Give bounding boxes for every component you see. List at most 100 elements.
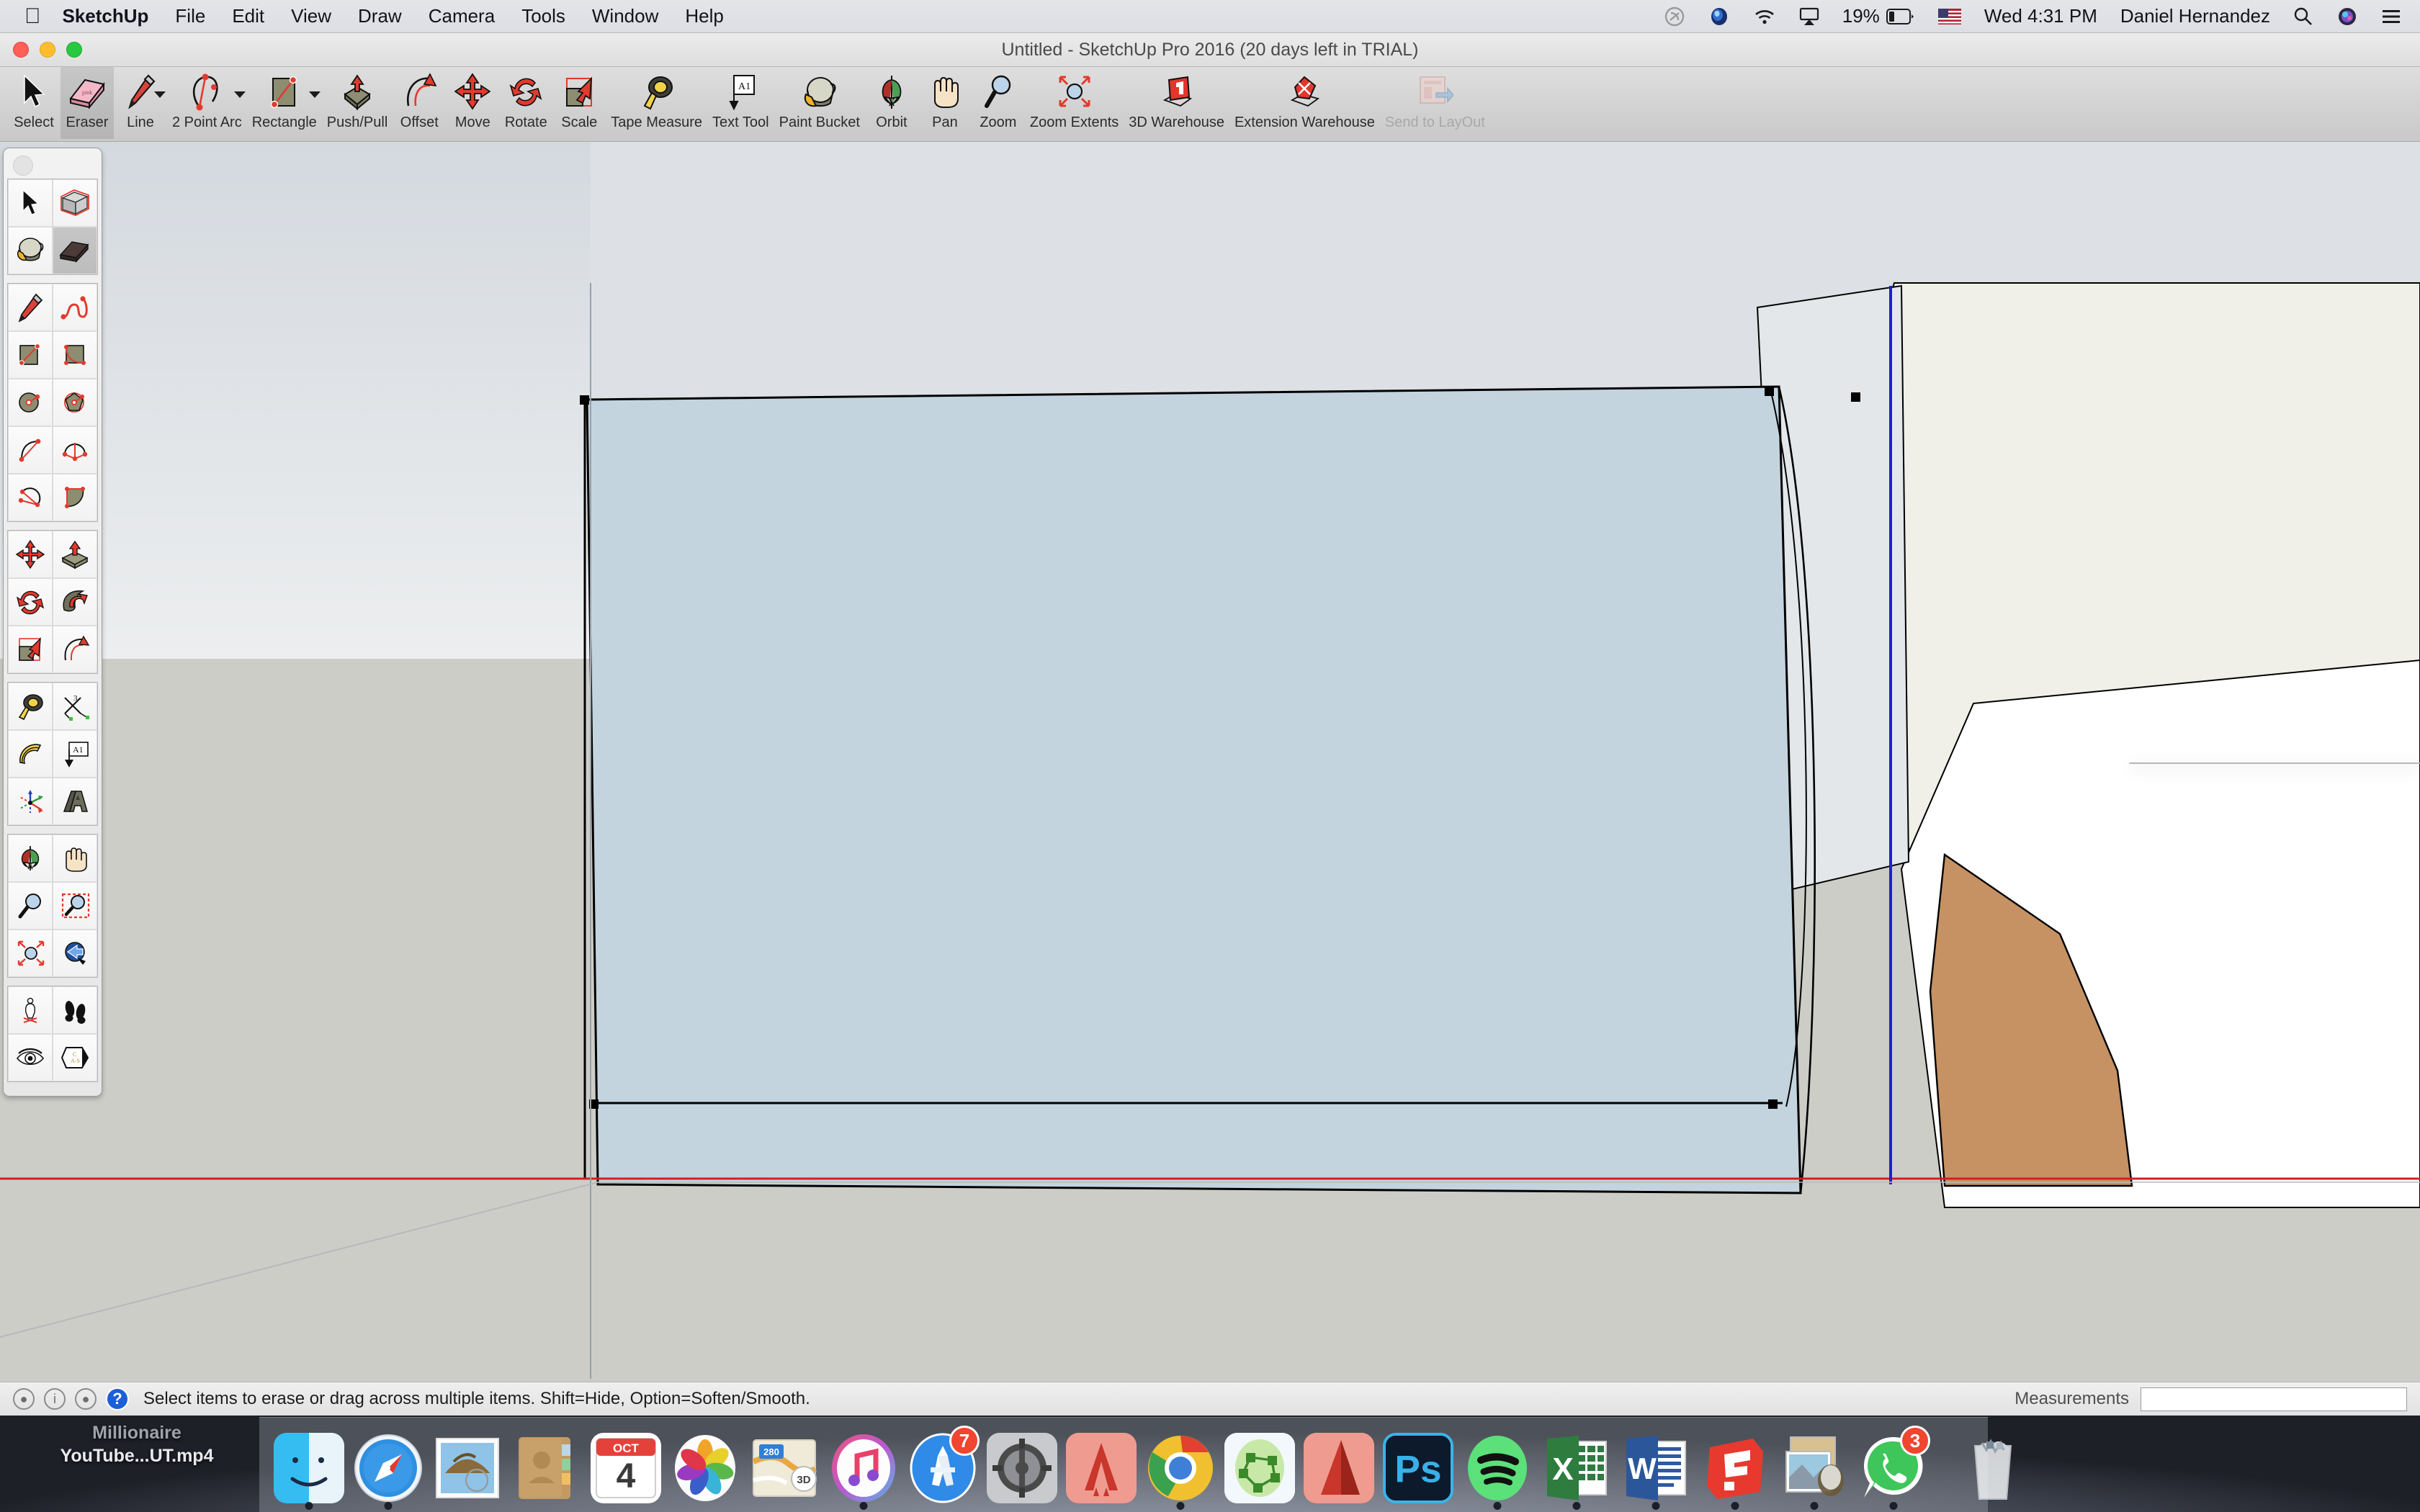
chevron-down-icon[interactable] [154,91,166,98]
person-icon[interactable]: ● [75,1388,97,1410]
help-question-icon[interactable]: ? [106,1387,129,1410]
tool-tape-measure[interactable]: Tape Measure [606,67,707,139]
palette-tool-tape-measure[interactable] [8,683,53,730]
tool-move[interactable]: Move [446,67,499,139]
menu-user-name[interactable]: Daniel Hernandez [2120,5,2270,27]
tool-paint-bucket[interactable]: Paint Bucket [774,67,865,139]
menu-item-help[interactable]: Help [685,5,723,27]
colors-panel-titlebar[interactable]: Colors [2130,763,2419,764]
dock-item-sketchup[interactable] [1700,1427,1770,1510]
palette-tool-follow-me[interactable] [53,578,97,626]
palette-tool-protractor[interactable] [8,730,53,778]
palette-tool-three-point-arc[interactable] [8,474,53,521]
palette-tool-dimension[interactable]: 3 [53,683,97,730]
palette-tool-push-pull[interactable] [53,531,97,578]
menu-item-window[interactable]: Window [592,5,658,27]
model-canvas[interactable] [0,142,2420,1382]
geo-location-icon[interactable]: ● [13,1388,35,1410]
tool-zoom[interactable]: Zoom [972,67,1025,139]
palette-tool-make-component[interactable] [53,179,97,227]
dock-item-trash[interactable] [1958,1427,2028,1503]
palette-tool-arc[interactable] [8,426,53,474]
palette-tool-pan[interactable] [53,834,97,882]
dock-item-safari[interactable] [353,1427,424,1510]
dock-item-whatsapp[interactable]: 3 [1858,1426,1930,1510]
menu-clock[interactable]: Wed 4:31 PM [1984,5,2097,27]
tool-pan[interactable]: Pan [918,67,972,139]
palette-tool-zoom-window[interactable] [53,882,97,930]
menu-item-tools[interactable]: Tools [521,5,565,27]
menu-item-draw[interactable]: Draw [358,5,402,27]
battery-icon[interactable]: 19% [1842,5,1915,27]
dock-item-calendar[interactable]: OCT 4 [591,1427,661,1503]
palette-tool-offset[interactable] [53,626,97,673]
palette-tool-rectangle[interactable] [8,331,53,379]
dock-item-system-preferences[interactable] [987,1427,1057,1503]
tool-select[interactable]: Select [7,67,60,139]
dropbox-icon[interactable] [1708,6,1730,27]
minimize-button[interactable] [40,42,55,58]
tool-text[interactable]: A1 Text Tool [707,67,774,139]
tool-zoom-extents[interactable]: Zoom Extents [1025,67,1124,139]
palette-tool-two-point-arc[interactable] [53,426,97,474]
dock[interactable]: OCT 4 280 3D 7 Ps X W 3 [259,1417,2012,1512]
palette-tool-axes[interactable] [8,778,53,825]
menu-item-sketchup[interactable]: SketchUp [63,5,149,27]
tool-extension-warehouse[interactable]: Extension Warehouse [1229,67,1380,139]
close-button[interactable] [13,42,29,58]
tool-push-pull[interactable]: Push/Pull [322,67,393,139]
tool-line[interactable]: Line [114,67,167,139]
dock-item-spotify[interactable] [1462,1427,1533,1510]
palette-tool-paint-bucket[interactable] [8,227,53,274]
dock-item-photos[interactable] [670,1427,740,1503]
menu-item-camera[interactable]: Camera [429,5,495,27]
tool-3d-warehouse[interactable]: 3D Warehouse [1124,67,1229,139]
palette-tool-polygon[interactable] [53,379,97,426]
menu-item-edit[interactable]: Edit [232,5,264,27]
info-icon[interactable]: i [44,1388,66,1410]
apple-icon[interactable]:  [24,5,41,27]
airplay-icon[interactable] [1799,7,1819,26]
wifi-icon[interactable] [1753,8,1776,25]
siri-icon[interactable] [2336,6,2358,27]
palette-tool-zoom-extents[interactable] [8,930,53,977]
palette-tool-pie[interactable] [53,474,97,521]
dock-item-finder[interactable] [274,1427,344,1510]
palette-tool-zoom[interactable] [8,882,53,930]
dock-item-mail[interactable] [432,1427,503,1503]
palette-tool-move[interactable] [8,531,53,578]
palette-tool-previous-view[interactable] [53,930,97,977]
creative-cloud-icon[interactable] [1664,6,1685,27]
colors-panel[interactable]: Colors [2129,762,2420,764]
menu-item-view[interactable]: View [291,5,331,27]
chevron-down-icon[interactable] [233,91,246,98]
palette-tool-scale[interactable] [8,626,53,673]
tool-orbit[interactable]: Orbit [865,67,918,139]
palette-tool-section-plane[interactable]: C A-S [53,1034,97,1081]
dock-item-itunes[interactable] [828,1427,899,1510]
palette-grip[interactable] [7,153,98,179]
tool-send-to-layout[interactable]: Send to LayOut [1380,67,1490,139]
palette-tool-look-around[interactable] [8,1034,53,1081]
dock-item-photoshop[interactable]: Ps [1383,1427,1453,1503]
dock-item-contacts[interactable] [511,1427,582,1503]
flag-icon[interactable] [1937,8,1961,24]
dock-item-word[interactable]: W [1621,1427,1691,1510]
notification-center-icon[interactable] [2381,8,2401,25]
palette-tool-eraser[interactable] [53,227,97,274]
dock-item-rhino[interactable] [1224,1427,1295,1503]
palette-tool-position-camera[interactable] [8,986,53,1034]
chevron-down-icon[interactable] [308,91,321,98]
dock-item-maps[interactable]: 280 3D [749,1427,820,1503]
tool-rotate[interactable]: Rotate [499,67,552,139]
zoom-button[interactable] [66,42,82,58]
palette-tool-line[interactable] [8,284,53,331]
tool-eraser[interactable]: pink Eraser [60,67,114,139]
palette-tool-text[interactable]: A1 [53,730,97,778]
dock-item-autocad-2[interactable] [1304,1427,1374,1503]
tool-offset[interactable]: Offset [393,67,446,139]
menu-item-file[interactable]: File [175,5,205,27]
palette-tool-freehand[interactable] [53,284,97,331]
dock-item-preview[interactable] [1779,1427,1850,1510]
tool-2-point-arc[interactable]: 2 Point Arc [167,67,247,139]
